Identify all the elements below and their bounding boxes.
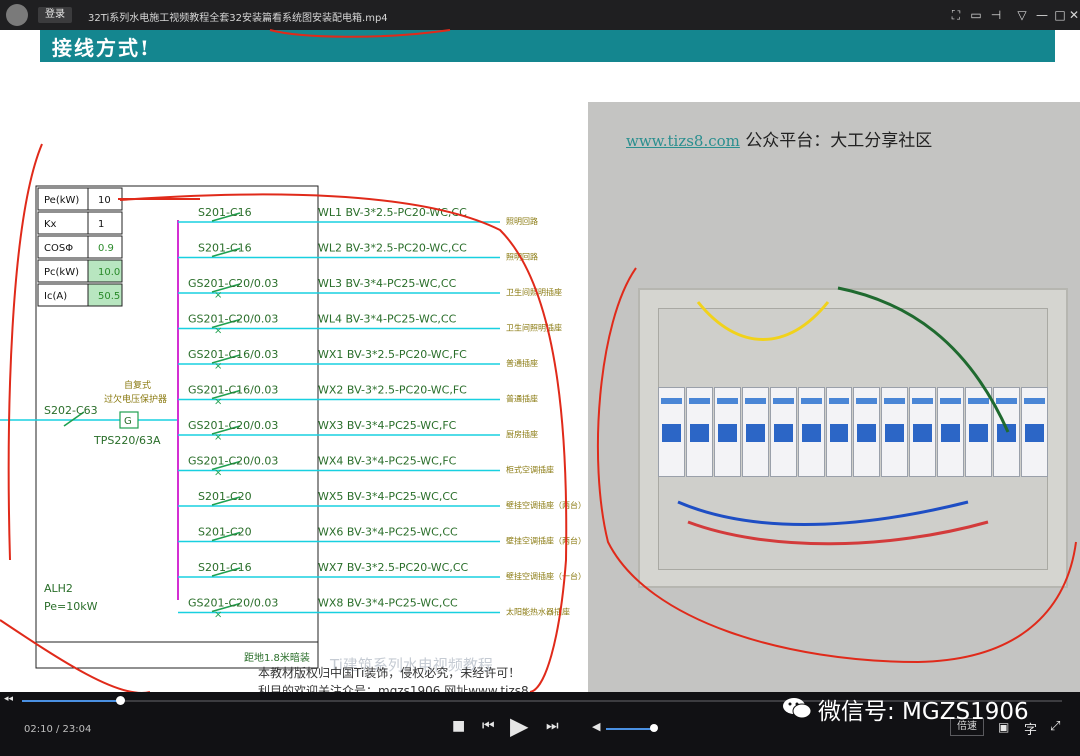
minimize-icon[interactable]: — — [1034, 6, 1050, 24]
circuit-load-label: 柜式空调插座 — [506, 465, 554, 475]
circuit-cable-label: WX7 BV-3*2.5-PC20-WC,CC — [318, 561, 468, 574]
table-value: 0.9 — [98, 243, 114, 254]
box-name: ALH2 — [44, 582, 73, 595]
parameter-table: Pe(kW) 10 Kx 1 COSΦ 0.9 Pc(kW) 10.0 Ic(A) 50.5 — [37, 187, 200, 307]
protector-model: TPS220/63A — [93, 434, 161, 447]
circuit-cable-label: WL4 BV-3*4-PC25-WC,CC — [318, 313, 457, 326]
wiring-diagram: 距地1.8米暗装 Pe(kW) 10 Kx 1 COSΦ 0.9 Pc(kW) 10.0 Ic(… — [0, 29, 586, 692]
wechat-overlay: 微信号: MGZS1906 — [782, 692, 1062, 725]
circuit-load-label: 厨房插座 — [506, 429, 538, 439]
circuit-cable-label: WX6 BV-3*4-PC25-WC,CC — [318, 526, 458, 539]
seek-knob[interactable] — [115, 696, 125, 705]
circuit-cable-label: WL2 BV-3*2.5-PC20-WC,CC — [318, 242, 467, 255]
screenshot-icon[interactable]: ⛶ — [948, 6, 964, 24]
time-display: 02:10 / 23:04 — [24, 724, 92, 735]
circuit-load-label: 壁挂空调插座（两台） — [506, 500, 586, 510]
circuit-load-label: 壁挂空调插座（两台） — [506, 536, 586, 546]
circuit-load-label: 照明回路 — [506, 216, 538, 226]
volume-slider[interactable] — [606, 728, 654, 730]
play-button[interactable]: ▶ — [510, 712, 528, 740]
rcd-mark: × — [214, 361, 222, 372]
circuit-breaker-label: S201-C16 — [198, 242, 252, 255]
circuit-cable-label: WL1 BV-3*2.5-PC20-WC,CC — [318, 206, 467, 219]
menu-icon[interactable]: ▽ — [1014, 6, 1030, 24]
wechat-text: 微信号: MGZS1906 — [818, 699, 1029, 725]
previous-button[interactable]: ⏮ — [482, 718, 495, 734]
rcd-mark: × — [214, 290, 222, 301]
circuit-breaker-label: GS201-C20/0.03 — [188, 455, 278, 468]
rcd-mark: × — [214, 432, 222, 443]
photo-annotation — [596, 267, 1077, 664]
circuit-breaker-label: GS201-C20/0.03 — [188, 419, 278, 432]
footer-note: 距地1.8米暗装 — [244, 651, 310, 664]
rcd-mark: × — [214, 610, 222, 621]
circuit-breaker-label: GS201-C20/0.03 — [188, 597, 278, 610]
table-key: Pe(kW) — [44, 195, 79, 206]
folder-icon[interactable]: ▭ — [968, 6, 984, 24]
close-icon[interactable]: ✕ — [1066, 6, 1080, 24]
circuit-breaker-label: GS201-C16/0.03 — [188, 384, 278, 397]
circuit-cable-label: WX4 BV-3*4-PC25-WC,FC — [318, 455, 457, 468]
rcd-mark: × — [214, 468, 222, 479]
seek-progress — [22, 700, 120, 702]
pin-icon[interactable]: ⊣ — [988, 6, 1004, 24]
circuit-breaker-label: S201-C16 — [198, 561, 252, 574]
table-key: Ic(A) — [44, 291, 67, 302]
volume-knob[interactable] — [650, 724, 658, 732]
circuit-breaker-label: GS201-C20/0.03 — [188, 277, 278, 290]
table-key: Kx — [44, 219, 57, 230]
table-value: 1 — [98, 219, 104, 230]
circuit-breaker-label: GS201-C20/0.03 — [188, 313, 278, 326]
protector-g-label: G — [124, 416, 132, 427]
circuit-load-label: 普通插座 — [506, 394, 538, 404]
stop-button[interactable]: ■ — [452, 718, 465, 734]
circuit-breaker-label: S201-C20 — [198, 490, 252, 503]
incoming-breaker-label: S202-C63 — [44, 404, 98, 417]
back-icon[interactable]: ◂◂ — [4, 694, 13, 704]
circuit-cable-label: WX5 BV-3*4-PC25-WC,CC — [318, 490, 458, 503]
table-value: 50.5 — [98, 291, 120, 302]
volume-icon[interactable]: ◀ — [592, 720, 600, 733]
circuit-load-label: 卫生间照明插座 — [506, 323, 562, 333]
circuit-breaker-label: S201-C16 — [198, 206, 252, 219]
table-value: 10 — [98, 195, 111, 206]
caption-line-1: 本教材版权归中国Ti装饰，侵权必究，未经许可！ — [258, 666, 521, 680]
circuit-breaker-label: S201-C20 — [198, 526, 252, 539]
wechat-icon — [783, 698, 812, 719]
next-button[interactable]: ⏭ — [546, 718, 559, 734]
circuit-load-label: 壁挂空调插座（一台） — [506, 571, 586, 581]
table-key: Pc(kW) — [44, 267, 79, 278]
circuit-load-label: 卫生间照明插座 — [506, 287, 562, 297]
circuit-load-label: 普通插座 — [506, 358, 538, 368]
distribution-box-photo: www.tizs8.com 公众平台：大工分享社区 — [588, 102, 1080, 692]
rcd-mark: × — [214, 397, 222, 408]
rcd-mark: × — [214, 326, 222, 337]
circuit-breaker-label: GS201-C16/0.03 — [188, 348, 278, 361]
circuit-list: S201-C16 WL1 BV-3*2.5-PC20-WC,CC 照明回路 S201-… — [178, 206, 586, 621]
circuit-cable-label: WX8 BV-3*4-PC25-WC,CC — [318, 597, 458, 610]
circuit-cable-label: WL3 BV-3*4-PC25-WC,CC — [318, 277, 457, 290]
box-power: Pe=10kW — [44, 600, 98, 613]
circuit-cable-label: WX3 BV-3*4-PC25-WC,FC — [318, 419, 457, 432]
circuit-cable-label: WX1 BV-3*2.5-PC20-WC,FC — [318, 348, 467, 361]
table-value: 10.0 — [98, 267, 120, 278]
protector-label-2: 过欠电压保护器 — [104, 393, 167, 405]
table-key: COSΦ — [44, 243, 73, 254]
protector-label-1: 自复式 — [124, 379, 151, 391]
table-value-cell — [87, 211, 123, 235]
circuit-cable-label: WX2 BV-3*2.5-PC20-WC,FC — [318, 384, 467, 397]
